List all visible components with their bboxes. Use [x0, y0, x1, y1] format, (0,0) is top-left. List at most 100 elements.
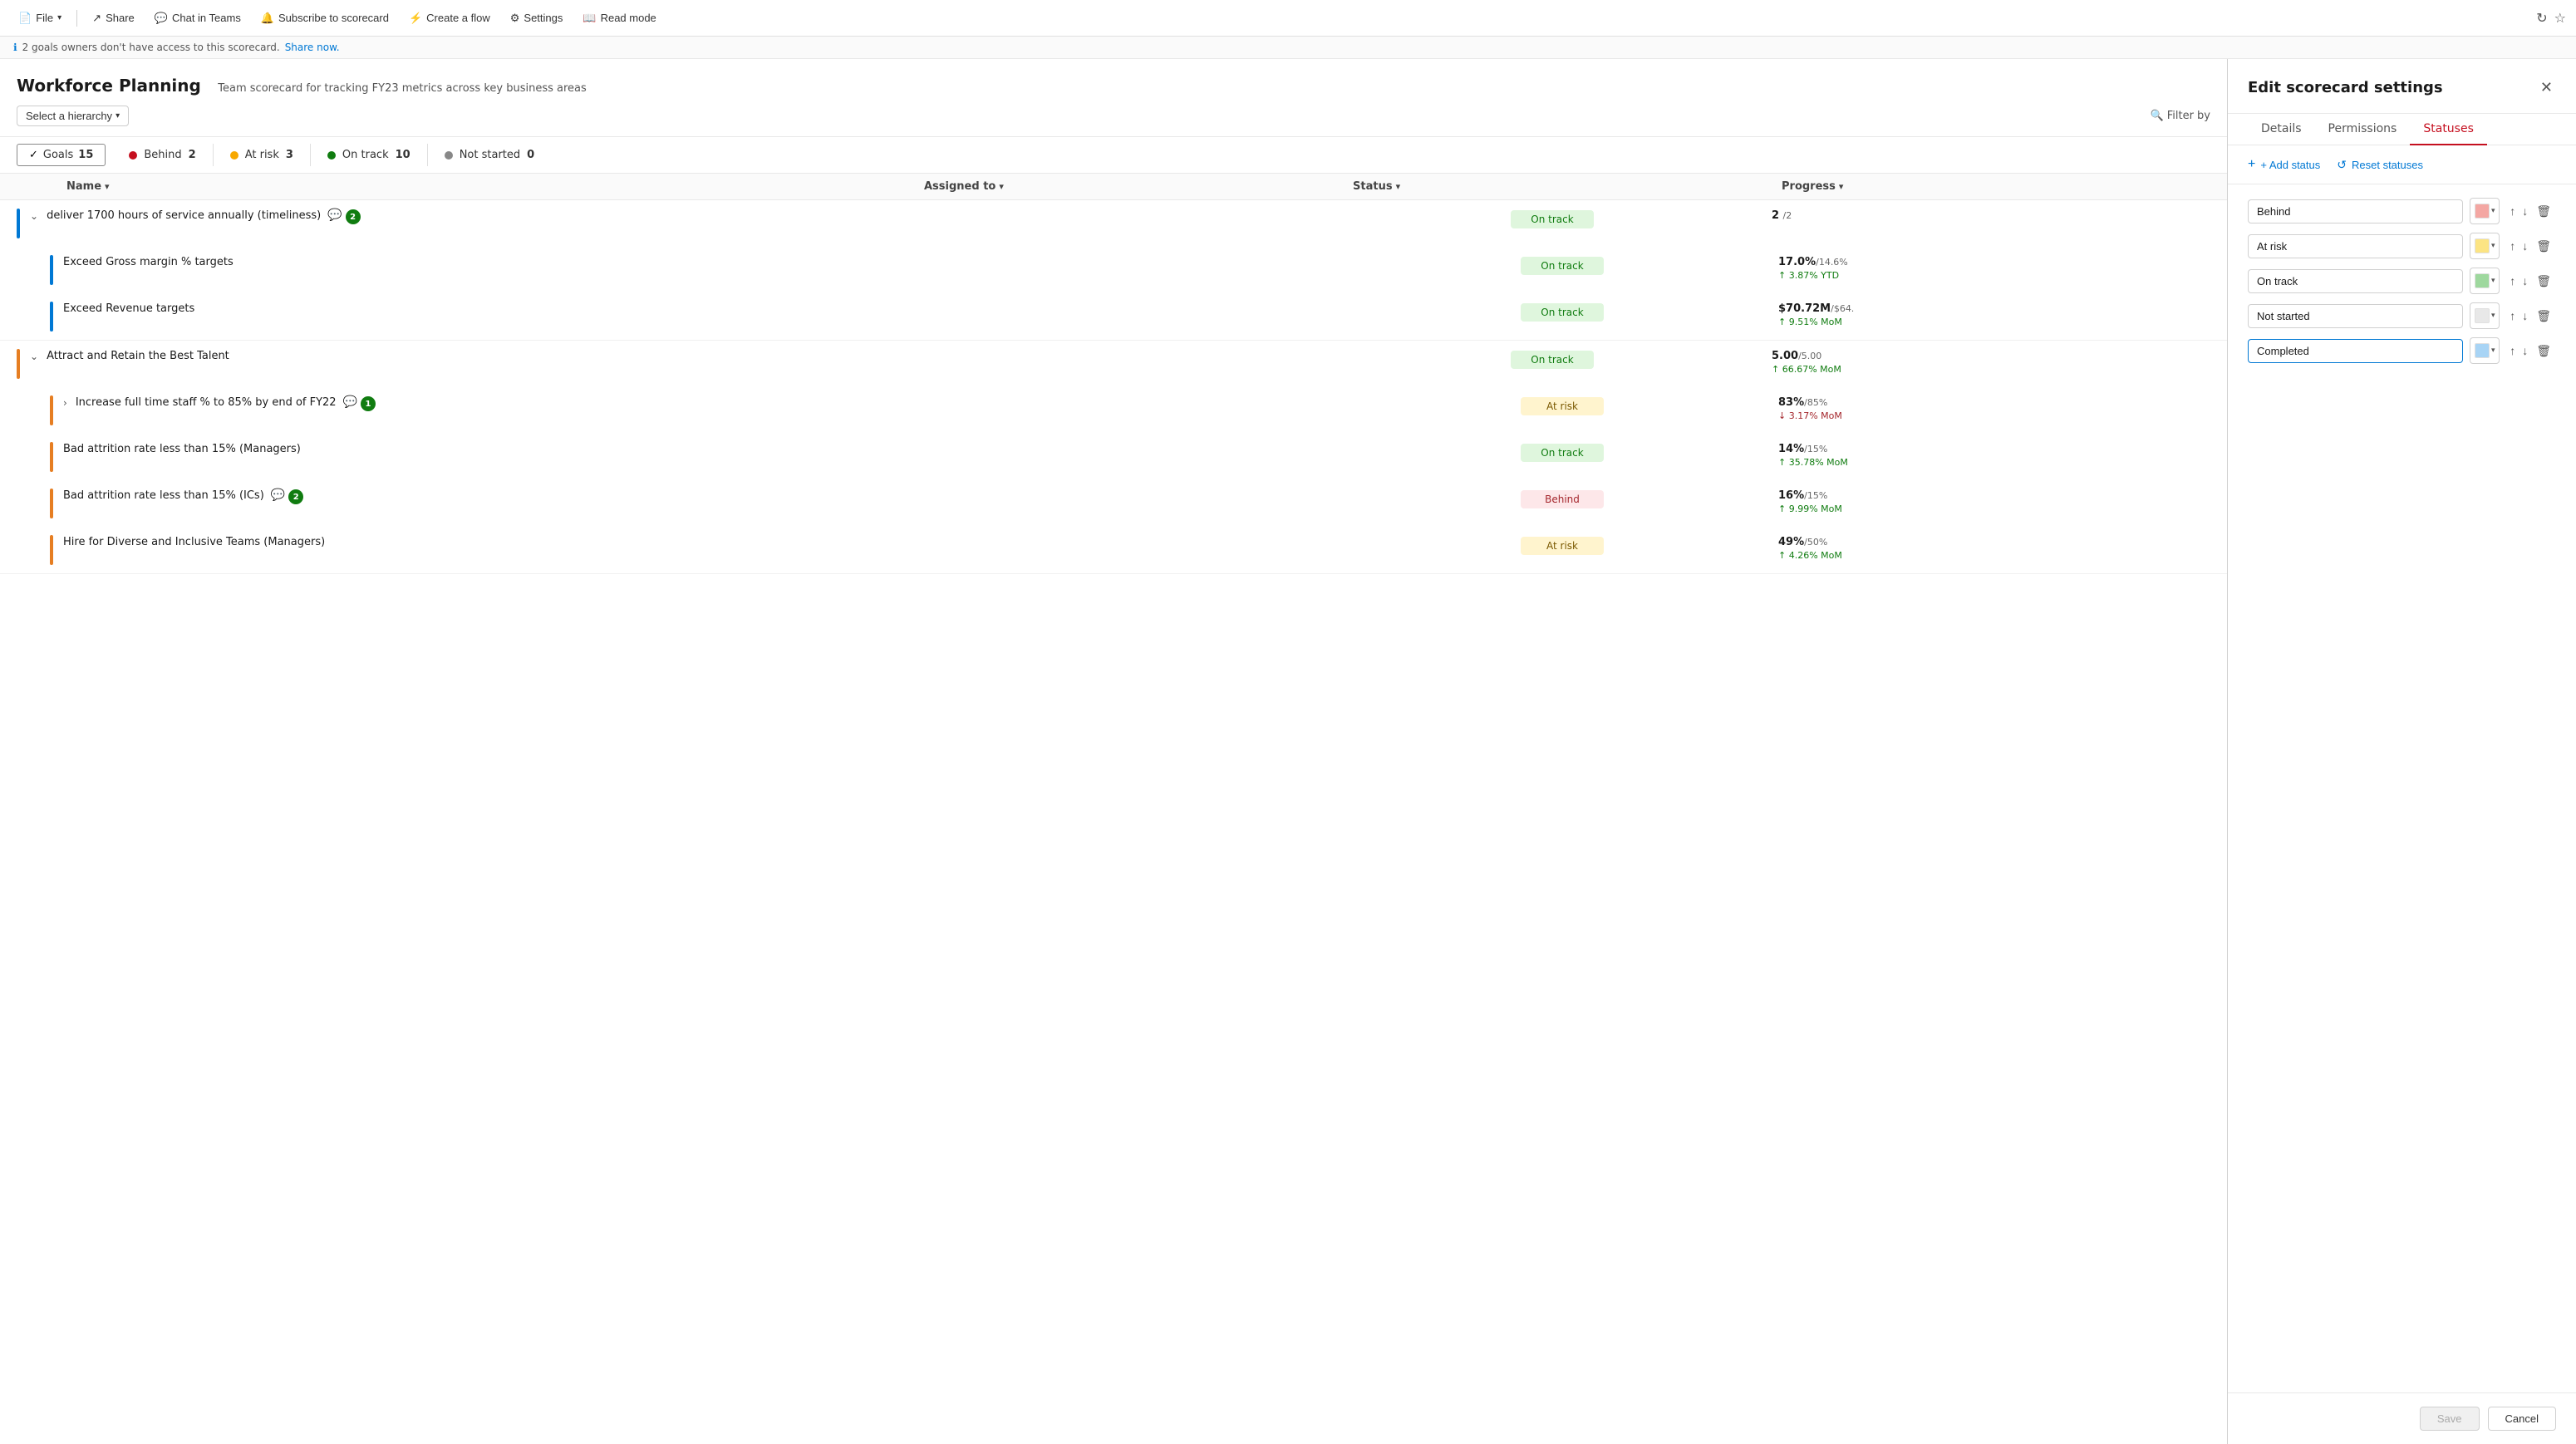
tab-statuses[interactable]: Statuses: [2410, 114, 2487, 145]
share-button[interactable]: ↗ Share: [84, 8, 143, 28]
move-up-not-started[interactable]: ↑: [2506, 307, 2519, 324]
progress-delta-g1c1: ↑ 3.87% YTD: [1778, 270, 1839, 281]
filter-label: Filter by: [2167, 110, 2210, 122]
stat-at-risk[interactable]: At risk 3: [214, 144, 311, 166]
not-started-label: Not started: [460, 149, 520, 161]
move-up-completed[interactable]: ↑: [2506, 342, 2519, 359]
comment-icon-g2c3[interactable]: 💬 2: [271, 489, 303, 504]
color-picker-not-started[interactable]: ▾: [2470, 302, 2500, 329]
table-row: ⌄ deliver 1700 hours of service annually…: [0, 200, 2227, 247]
chat-icon: 💬: [155, 12, 168, 25]
delete-completed[interactable]: 🗑: [2531, 342, 2556, 360]
row-status-g1[interactable]: On track: [1333, 209, 1772, 228]
main-layout: Workforce Planning Team scorecard for tr…: [0, 59, 2576, 1444]
panel-close-button[interactable]: ✕: [2537, 76, 2556, 100]
info-message: 2 goals owners don't have access to this…: [22, 42, 280, 53]
table-body: ⌄ deliver 1700 hours of service annually…: [0, 200, 2227, 1444]
table-row: Exceed Gross margin % targets On track 1…: [0, 247, 2227, 293]
delete-not-started[interactable]: 🗑: [2531, 307, 2556, 325]
progress-target-g2c1: /85%: [1804, 397, 1827, 408]
save-button[interactable]: Save: [2420, 1407, 2480, 1431]
goal-name-g2c4: Hire for Diverse and Inclusive Teams (Ma…: [63, 535, 325, 550]
tab-permissions[interactable]: Permissions: [2315, 114, 2411, 145]
row-status-g2c3[interactable]: Behind: [1346, 489, 1778, 508]
star-icon[interactable]: ☆: [2554, 10, 2566, 26]
move-up-at-risk[interactable]: ↑: [2506, 238, 2519, 254]
tab-details[interactable]: Details: [2248, 114, 2315, 145]
status-badge-g2c3: Behind: [1521, 490, 1604, 508]
delete-at-risk[interactable]: 🗑: [2531, 238, 2556, 255]
settings-button[interactable]: ⚙ Settings: [502, 8, 572, 28]
move-up-on-track[interactable]: ↑: [2506, 273, 2519, 289]
col-header-name: Name ▾: [17, 180, 924, 193]
col-assigned-sort-icon[interactable]: ▾: [999, 181, 1004, 192]
goals-stat[interactable]: ✓ Goals 15: [17, 144, 106, 166]
color-picker-behind[interactable]: ▾: [2470, 198, 2500, 224]
status-name-input-on-track[interactable]: [2248, 269, 2463, 293]
toolbar-right: ↻ ☆: [2536, 10, 2566, 26]
chat-label: Chat in Teams: [172, 12, 241, 24]
delete-behind[interactable]: 🗑: [2531, 203, 2556, 220]
col-name-sort-icon[interactable]: ▾: [105, 181, 110, 192]
controls-behind: ↑ ↓ 🗑: [2506, 203, 2556, 220]
comment-count-g2c3: 2: [288, 489, 303, 504]
status-row-at-risk: ▾ ↑ ↓ 🗑: [2248, 233, 2556, 259]
delete-on-track[interactable]: 🗑: [2531, 273, 2556, 290]
col-progress-sort-icon[interactable]: ▾: [1839, 181, 1844, 192]
cancel-button[interactable]: Cancel: [2488, 1407, 2556, 1431]
move-down-on-track[interactable]: ↓: [2519, 273, 2531, 289]
move-down-behind[interactable]: ↓: [2519, 203, 2531, 219]
stats-bar: ✓ Goals 15 Behind 2 At risk 3 On track 1…: [0, 137, 2227, 174]
status-name-input-completed[interactable]: [2248, 339, 2463, 363]
move-down-at-risk[interactable]: ↓: [2519, 238, 2531, 254]
filter-button[interactable]: 🔍 Filter by: [2151, 110, 2210, 122]
create-flow-button[interactable]: ⚡ Create a flow: [401, 8, 499, 28]
share-label: Share: [106, 12, 135, 24]
row-status-g2c1[interactable]: At risk: [1346, 395, 1778, 415]
move-down-not-started[interactable]: ↓: [2519, 307, 2531, 324]
comment-icon-g1[interactable]: 💬 2: [327, 209, 360, 224]
subscribe-button[interactable]: 🔔 Subscribe to scorecard: [253, 8, 397, 28]
reset-statuses-button[interactable]: ↺ Reset statuses: [2337, 158, 2423, 172]
row-status-g2[interactable]: On track: [1333, 349, 1772, 369]
expand-btn-g2[interactable]: ⌄: [30, 349, 38, 362]
stat-not-started[interactable]: Not started 0: [428, 144, 551, 166]
chat-button[interactable]: 💬 Chat in Teams: [146, 8, 249, 28]
status-row-completed: ▾ ↑ ↓ 🗑: [2248, 337, 2556, 364]
file-button[interactable]: 📄 File ▾: [10, 8, 70, 28]
col-header-status: Status ▾: [1353, 180, 1782, 193]
color-picker-on-track[interactable]: ▾: [2470, 268, 2500, 294]
stat-on-track[interactable]: On track 10: [311, 144, 428, 166]
progress-target-g2c2: /15%: [1804, 444, 1827, 454]
reset-statuses-label: Reset statuses: [2352, 159, 2423, 171]
add-status-button[interactable]: + + Add status: [2248, 157, 2320, 172]
expand-btn-g1[interactable]: ⌄: [30, 209, 38, 222]
row-status-g2c4[interactable]: At risk: [1346, 535, 1778, 555]
add-status-label: + Add status: [2260, 159, 2320, 171]
expand-btn-g2c1[interactable]: ›: [63, 395, 67, 409]
goal-group-2: ⌄ Attract and Retain the Best Talent On …: [0, 341, 2227, 574]
row-status-g1c2[interactable]: On track: [1346, 302, 1778, 322]
col-status-sort-icon[interactable]: ▾: [1396, 181, 1401, 192]
stat-behind[interactable]: Behind 2: [112, 144, 213, 166]
status-name-input-at-risk[interactable]: [2248, 234, 2463, 258]
hierarchy-chevron-icon: ▾: [116, 111, 120, 120]
row-status-g1c1[interactable]: On track: [1346, 255, 1778, 275]
read-mode-button[interactable]: 📖 Read mode: [574, 8, 664, 28]
color-picker-at-risk[interactable]: ▾: [2470, 233, 2500, 259]
hierarchy-dropdown[interactable]: Select a hierarchy ▾: [17, 106, 129, 126]
table-row: › Increase full time staff % to 85% by e…: [0, 387, 2227, 434]
move-up-behind[interactable]: ↑: [2506, 203, 2519, 219]
move-down-completed[interactable]: ↓: [2519, 342, 2531, 359]
status-name-input-behind[interactable]: [2248, 199, 2463, 223]
file-icon: 📄: [18, 12, 32, 25]
comment-icon-g2c1[interactable]: 💬 1: [343, 395, 376, 411]
indent-bar-g2: [17, 349, 20, 379]
refresh-icon[interactable]: ↻: [2536, 10, 2547, 26]
row-status-g2c2[interactable]: On track: [1346, 442, 1778, 462]
status-name-input-not-started[interactable]: [2248, 304, 2463, 328]
share-now-link[interactable]: Share now.: [285, 42, 340, 53]
at-risk-count: 3: [286, 149, 293, 161]
goals-label: Goals: [43, 149, 73, 161]
color-picker-completed[interactable]: ▾: [2470, 337, 2500, 364]
